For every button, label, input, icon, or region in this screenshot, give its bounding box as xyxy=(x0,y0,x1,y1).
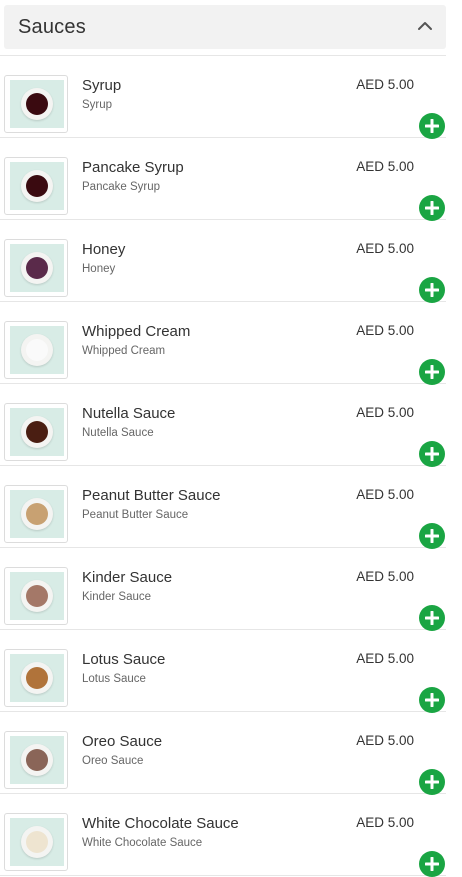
item-image xyxy=(4,567,68,625)
add-button[interactable] xyxy=(419,359,445,385)
item-name: Whipped Cream xyxy=(82,323,191,340)
menu-item-lotus-sauce[interactable]: Lotus Sauce Lotus Sauce AED 5.00 xyxy=(0,630,446,713)
item-description: Lotus Sauce xyxy=(82,673,146,685)
section-title: Sauces xyxy=(18,16,86,38)
item-name: Honey xyxy=(82,241,126,258)
menu-item-whipped-cream[interactable]: Whipped Cream Whipped Cream AED 5.00 xyxy=(0,302,446,385)
menu-item-kinder-sauce[interactable]: Kinder Sauce Kinder Sauce AED 5.00 xyxy=(0,548,446,631)
item-image xyxy=(4,731,68,789)
sauces-section-header[interactable]: Sauces xyxy=(4,5,446,49)
add-button[interactable] xyxy=(419,195,445,221)
item-description: White Chocolate Sauce xyxy=(82,837,203,849)
plus-icon xyxy=(425,365,439,379)
item-image xyxy=(4,485,68,543)
item-description: Honey xyxy=(82,263,116,275)
item-description: Peanut Butter Sauce xyxy=(82,509,189,521)
item-name: Peanut Butter Sauce xyxy=(82,487,221,504)
item-price: AED 5.00 xyxy=(356,323,414,338)
menu-item-nutella-sauce[interactable]: Nutella Sauce Nutella Sauce AED 5.00 xyxy=(0,384,446,467)
menu-item-white-chocolate-sauce[interactable]: White Chocolate Sauce White Chocolate Sa… xyxy=(0,794,446,877)
add-button[interactable] xyxy=(419,687,445,713)
add-button[interactable] xyxy=(419,113,445,139)
item-image xyxy=(4,649,68,707)
item-image xyxy=(4,813,68,871)
plus-icon xyxy=(425,775,439,789)
item-description: Syrup xyxy=(82,99,113,111)
item-name: Pancake Syrup xyxy=(82,159,184,176)
item-image xyxy=(4,75,68,133)
add-button[interactable] xyxy=(419,277,445,303)
add-button[interactable] xyxy=(419,523,445,549)
item-name: Lotus Sauce xyxy=(82,651,166,668)
item-price: AED 5.00 xyxy=(356,241,414,256)
item-price: AED 5.00 xyxy=(356,815,414,830)
item-price: AED 5.00 xyxy=(356,569,414,584)
item-name: White Chocolate Sauce xyxy=(82,815,239,832)
chevron-up-icon[interactable] xyxy=(416,17,434,35)
menu-item-pancake-syrup[interactable]: Pancake Syrup Pancake Syrup AED 5.00 xyxy=(0,138,446,221)
item-price: AED 5.00 xyxy=(356,733,414,748)
plus-icon xyxy=(425,283,439,297)
item-image xyxy=(4,239,68,297)
item-image xyxy=(4,403,68,461)
item-price: AED 5.00 xyxy=(356,651,414,666)
plus-icon xyxy=(425,447,439,461)
item-description: Oreo Sauce xyxy=(82,755,144,767)
item-name: Nutella Sauce xyxy=(82,405,176,422)
menu-item-syrup[interactable]: Syrup Syrup AED 5.00 xyxy=(0,55,446,139)
plus-icon xyxy=(425,611,439,625)
item-name: Kinder Sauce xyxy=(82,569,173,586)
plus-icon xyxy=(425,693,439,707)
item-image xyxy=(4,321,68,379)
add-button[interactable] xyxy=(419,851,445,877)
plus-icon xyxy=(425,201,439,215)
item-description: Kinder Sauce xyxy=(82,591,152,603)
plus-icon xyxy=(425,529,439,543)
add-button[interactable] xyxy=(419,441,445,467)
item-description: Nutella Sauce xyxy=(82,427,154,439)
item-name: Syrup xyxy=(82,77,122,94)
menu-item-peanut-butter-sauce[interactable]: Peanut Butter Sauce Peanut Butter Sauce … xyxy=(0,466,446,549)
item-image xyxy=(4,157,68,215)
sauce-list: Syrup Syrup AED 5.00 Pancake Syrup Panca… xyxy=(0,55,462,877)
plus-icon xyxy=(425,857,439,871)
item-price: AED 5.00 xyxy=(356,487,414,502)
item-price: AED 5.00 xyxy=(356,405,414,420)
item-description: Pancake Syrup xyxy=(82,181,160,193)
plus-icon xyxy=(425,119,439,133)
menu-item-honey[interactable]: Honey Honey AED 5.00 xyxy=(0,220,446,303)
add-button[interactable] xyxy=(419,605,445,631)
item-price: AED 5.00 xyxy=(356,159,414,174)
item-price: AED 5.00 xyxy=(356,77,414,92)
item-name: Oreo Sauce xyxy=(82,733,163,750)
add-button[interactable] xyxy=(419,769,445,795)
menu-item-oreo-sauce[interactable]: Oreo Sauce Oreo Sauce AED 5.00 xyxy=(0,712,446,795)
item-description: Whipped Cream xyxy=(82,345,166,357)
